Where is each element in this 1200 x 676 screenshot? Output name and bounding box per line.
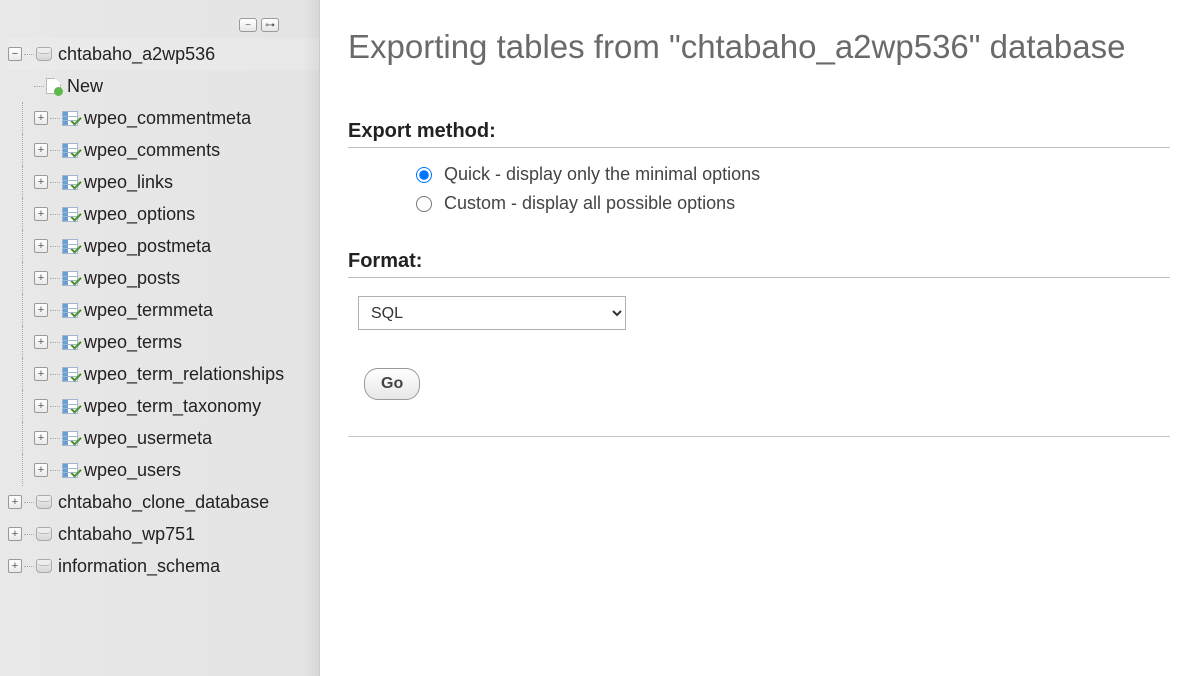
table-label[interactable]: wpeo_posts <box>84 268 180 289</box>
tree-table-item[interactable]: + wpeo_links <box>34 166 319 198</box>
toggle-expand-icon[interactable]: + <box>34 335 48 349</box>
toggle-expand-icon[interactable]: + <box>8 559 22 573</box>
tree-table-item[interactable]: + wpeo_postmeta <box>34 230 319 262</box>
divider <box>348 147 1170 148</box>
table-label[interactable]: wpeo_termmeta <box>84 300 213 321</box>
toggle-expand-icon[interactable]: + <box>34 463 48 477</box>
page-title: Exporting tables from "chtabaho_a2wp536"… <box>348 28 1170 66</box>
table-icon <box>62 111 78 126</box>
db-label[interactable]: chtabaho_wp751 <box>58 524 195 545</box>
toggle-expand-icon[interactable]: + <box>34 207 48 221</box>
format-heading: Format: <box>348 250 1170 273</box>
table-icon <box>62 431 78 446</box>
toggle-expand-icon[interactable]: + <box>34 175 48 189</box>
table-label[interactable]: wpeo_links <box>84 172 173 193</box>
table-icon <box>62 207 78 222</box>
link-icon[interactable]: ⊶ <box>261 18 279 32</box>
toggle-expand-icon[interactable]: + <box>34 111 48 125</box>
toggle-expand-icon[interactable]: + <box>34 431 48 445</box>
new-label[interactable]: New <box>67 76 103 97</box>
format-select[interactable]: SQL <box>358 296 626 330</box>
table-label[interactable]: wpeo_comments <box>84 140 220 161</box>
export-panel: Exporting tables from "chtabaho_a2wp536"… <box>320 0 1200 676</box>
tree-db-item[interactable]: + chtabaho_clone_database <box>8 486 319 518</box>
divider <box>348 277 1170 278</box>
table-icon <box>62 463 78 478</box>
tree-table-item[interactable]: + wpeo_comments <box>34 134 319 166</box>
tree-table-item[interactable]: + wpeo_posts <box>34 262 319 294</box>
table-icon <box>62 239 78 254</box>
tree-db-item[interactable]: + chtabaho_wp751 <box>8 518 319 550</box>
db-label[interactable]: information_schema <box>58 556 220 577</box>
collapse-all-icon[interactable]: − <box>239 18 257 32</box>
tree-table-item[interactable]: + wpeo_termmeta <box>34 294 319 326</box>
radio-custom[interactable] <box>416 196 432 212</box>
table-icon <box>62 399 78 414</box>
table-label[interactable]: wpeo_postmeta <box>84 236 211 257</box>
toggle-expand-icon[interactable]: + <box>34 239 48 253</box>
database-icon <box>36 47 52 61</box>
radio-custom-label: Custom - display all possible options <box>444 193 735 214</box>
tree-table-item[interactable]: + wpeo_usermeta <box>34 422 319 454</box>
export-method-quick[interactable]: Quick - display only the minimal options <box>416 164 1170 185</box>
db-label[interactable]: chtabaho_a2wp536 <box>58 44 215 65</box>
export-method-group: Quick - display only the minimal options… <box>348 164 1170 214</box>
table-icon <box>62 303 78 318</box>
tree-db-active[interactable]: − chtabaho_a2wp536 <box>8 38 319 70</box>
radio-quick-label: Quick - display only the minimal options <box>444 164 760 185</box>
toggle-expand-icon[interactable]: + <box>8 495 22 509</box>
table-label[interactable]: wpeo_options <box>84 204 195 225</box>
table-label[interactable]: wpeo_term_taxonomy <box>84 396 261 417</box>
tree-table-item[interactable]: + wpeo_term_taxonomy <box>34 390 319 422</box>
table-label[interactable]: wpeo_term_relationships <box>84 364 284 385</box>
export-method-heading: Export method: <box>348 120 1170 143</box>
sidebar-toolbar: − ⊶ <box>0 18 319 32</box>
tree-new-table[interactable]: + New <box>8 70 319 102</box>
toggle-expand-icon[interactable]: + <box>34 399 48 413</box>
table-label[interactable]: wpeo_commentmeta <box>84 108 251 129</box>
tree-table-item[interactable]: + wpeo_options <box>34 198 319 230</box>
toggle-expand-icon[interactable]: + <box>8 527 22 541</box>
database-icon <box>36 527 52 541</box>
toggle-expand-icon[interactable]: + <box>34 271 48 285</box>
tree-table-item[interactable]: + wpeo_term_relationships <box>34 358 319 390</box>
database-tree: − chtabaho_a2wp536 + New + wpeo_commentme… <box>0 38 319 582</box>
tree-table-item[interactable]: + wpeo_terms <box>34 326 319 358</box>
toggle-expand-icon[interactable]: + <box>34 143 48 157</box>
go-button[interactable]: Go <box>364 368 420 400</box>
export-method-custom[interactable]: Custom - display all possible options <box>416 193 1170 214</box>
database-tree-sidebar: − ⊶ − chtabaho_a2wp536 + New + wpeo_comme… <box>0 0 320 676</box>
new-table-icon: + <box>46 78 61 94</box>
radio-quick[interactable] <box>416 167 432 183</box>
divider <box>348 436 1170 437</box>
table-label[interactable]: wpeo_users <box>84 460 181 481</box>
db-label[interactable]: chtabaho_clone_database <box>58 492 269 513</box>
table-label[interactable]: wpeo_usermeta <box>84 428 212 449</box>
toggle-expand-icon[interactable]: + <box>34 303 48 317</box>
toggle-expand-icon[interactable]: + <box>34 367 48 381</box>
tree-table-item[interactable]: + wpeo_commentmeta <box>34 102 319 134</box>
database-icon <box>36 495 52 509</box>
table-icon <box>62 271 78 286</box>
tree-table-item[interactable]: + wpeo_users <box>34 454 319 486</box>
table-label[interactable]: wpeo_terms <box>84 332 182 353</box>
database-icon <box>36 559 52 573</box>
table-icon <box>62 175 78 190</box>
toggle-collapse-icon[interactable]: − <box>8 47 22 61</box>
table-icon <box>62 335 78 350</box>
table-icon <box>62 143 78 158</box>
table-icon <box>62 367 78 382</box>
tree-db-item[interactable]: + information_schema <box>8 550 319 582</box>
